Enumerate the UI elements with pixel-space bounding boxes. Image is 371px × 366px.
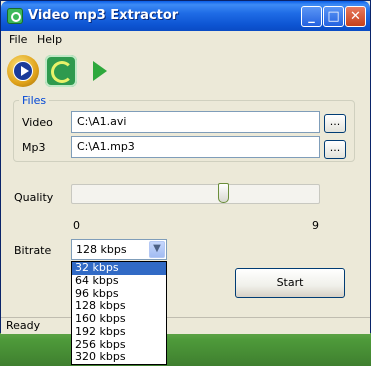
bitrate-dropdown-list: 32 kbps 64 kbps 96 kbps 128 kbps 160 kbps 192… [71,261,167,365]
window-title: Video mp3 Extractor [28,8,179,23]
quality-slider-thumb[interactable] [217,183,229,203]
start-button[interactable]: Start [235,268,345,298]
bitrate-option[interactable]: 160 kbps [72,312,166,326]
bitrate-option[interactable]: 192 kbps [72,325,166,339]
bitrate-label: Bitrate [14,244,52,257]
play-disc-icon[interactable] [7,55,39,87]
quality-label: Quality [14,191,54,204]
status-bar: Ready [1,317,370,334]
close-button[interactable]: ✕ [345,6,366,27]
status-text: Ready [6,319,41,332]
bitrate-selected-value: 128 kbps [76,243,127,256]
bitrate-option[interactable]: 320 kbps [72,350,166,364]
video-path-input[interactable]: C:\A1.avi [71,111,320,133]
app-icon [7,8,23,24]
menu-bar: File Help [1,31,370,49]
bitrate-option[interactable]: 64 kbps [72,274,166,288]
title-bar[interactable]: Video mp3 Extractor _ □ ✕ [1,1,370,31]
chevron-down-icon[interactable]: ▼ [149,241,165,258]
files-legend: Files [19,94,50,107]
minimize-button[interactable]: _ [301,6,322,27]
maximize-button[interactable]: □ [323,6,344,27]
bitrate-option[interactable]: 32 kbps [72,261,166,275]
menu-file[interactable]: File [9,33,27,46]
spiral-icon[interactable] [45,55,77,87]
app-window: Video mp3 Extractor _ □ ✕ File Help File… [0,0,371,365]
mp3-label: Mp3 [22,141,46,154]
video-browse-button[interactable]: ... [324,114,346,133]
quality-max-label: 9 [312,219,319,232]
mp3-browse-button[interactable]: ... [324,140,346,159]
quality-slider-track[interactable] [71,184,320,204]
quality-min-label: 0 [73,219,80,232]
mp3-path-input[interactable]: C:\A1.mp3 [71,136,320,158]
menu-help[interactable]: Help [37,33,62,46]
video-label: Video [22,116,53,129]
play-arrow-icon[interactable] [91,55,111,87]
bitrate-select[interactable]: 128 kbps ▼ [71,239,167,260]
